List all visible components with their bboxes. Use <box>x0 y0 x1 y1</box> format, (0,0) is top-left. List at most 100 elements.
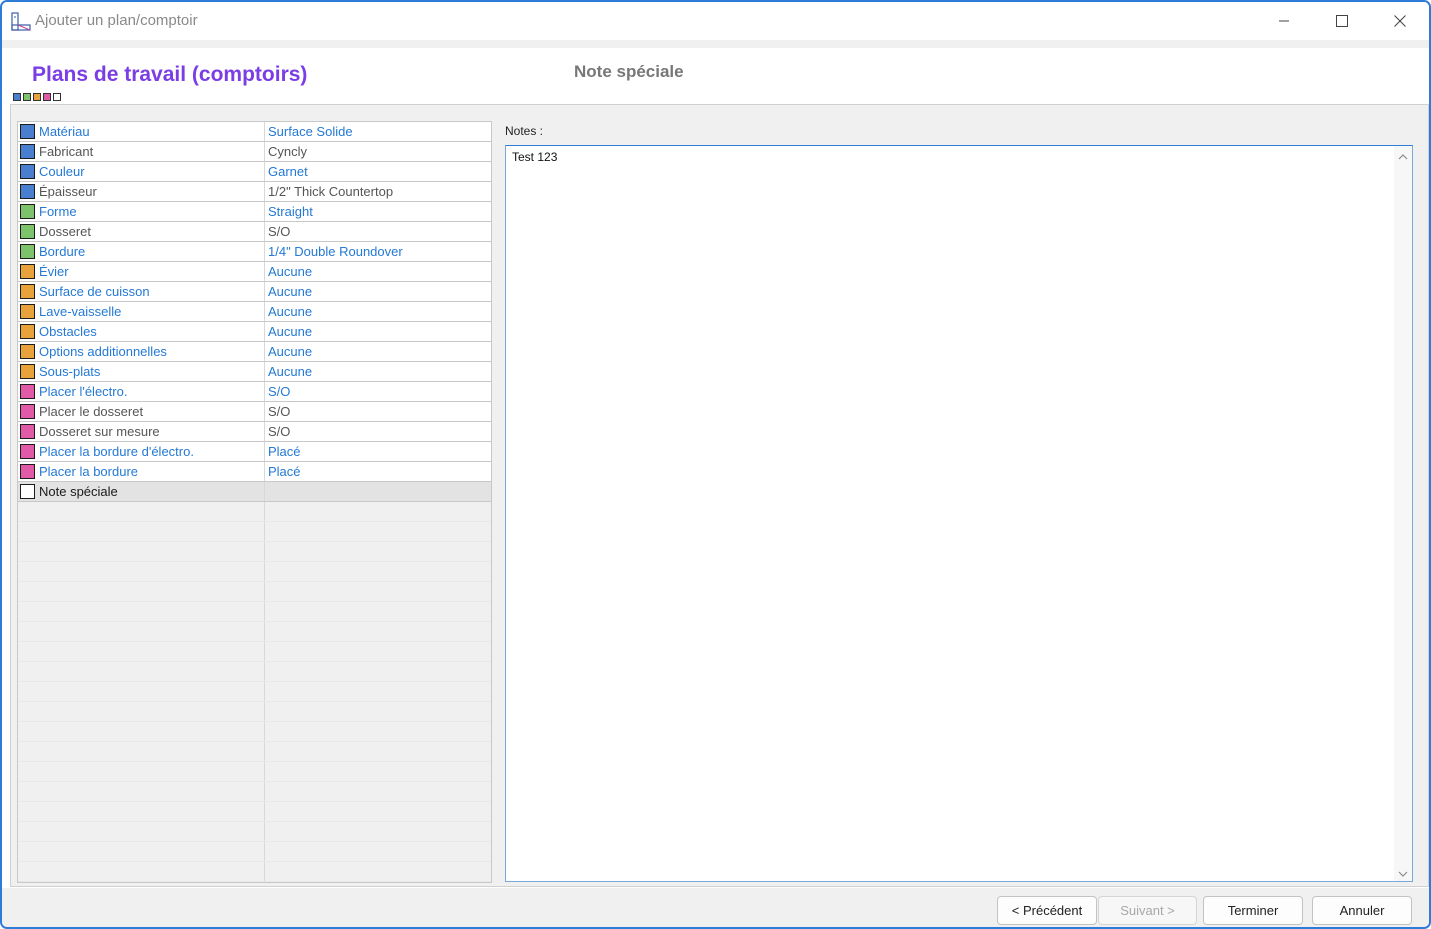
notes-value: Test 123 <box>512 150 558 164</box>
grid-key-label[interactable]: Placer l'électro. <box>39 384 127 399</box>
grid-key-label: Dosseret sur mesure <box>39 424 160 439</box>
grid-empty-row <box>18 602 491 622</box>
grid-value-label[interactable]: Surface Solide <box>268 124 353 139</box>
grid-cell-value: Aucune <box>265 282 491 301</box>
grid-cell-value: Aucune <box>265 362 491 381</box>
grid-key-label[interactable]: Obstacles <box>39 324 97 339</box>
step-title: Note spéciale <box>574 62 684 81</box>
grid-empty-row <box>18 822 491 842</box>
notes-textarea[interactable]: Test 123 <box>505 145 1413 882</box>
grid-key-label[interactable]: Lave-vaisselle <box>39 304 121 319</box>
grid-row[interactable]: Couleur Garnet <box>18 162 491 182</box>
grid-value-label[interactable]: Aucune <box>268 264 312 279</box>
grid-value-label[interactable]: Placé <box>268 464 301 479</box>
grid-cell-key: Note spéciale <box>18 482 265 501</box>
grid-row[interactable]: Fabricant Cyncly <box>18 142 491 162</box>
minimize-icon <box>1279 20 1289 22</box>
cancel-button[interactable]: Annuler <box>1312 896 1412 925</box>
grid-cell-key <box>18 582 265 601</box>
grid-row[interactable]: Dosseret S/O <box>18 222 491 242</box>
grid-cell-value: Garnet <box>265 162 491 181</box>
finish-button[interactable]: Terminer <box>1203 896 1303 925</box>
grid-row[interactable]: Placer le dosseret S/O <box>18 402 491 422</box>
grid-value-label[interactable]: Aucune <box>268 364 312 379</box>
grid-cell-value <box>265 482 491 501</box>
status-square-icon <box>20 284 35 299</box>
grid-value-label[interactable]: Aucune <box>268 304 312 319</box>
grid-cell-key <box>18 722 265 741</box>
grid-row[interactable]: Sous-plats Aucune <box>18 362 491 382</box>
grid-key-label[interactable]: Sous-plats <box>39 364 100 379</box>
grid-cell-key <box>18 702 265 721</box>
close-button[interactable] <box>1371 2 1429 40</box>
grid-key-label[interactable]: Surface de cuisson <box>39 284 150 299</box>
grid-empty-row <box>18 842 491 862</box>
grid-cell-key <box>18 802 265 821</box>
grid-row[interactable]: Matériau Surface Solide <box>18 122 491 142</box>
grid-cell-value <box>265 662 491 681</box>
grid-empty-row <box>18 522 491 542</box>
grid-key-label[interactable]: Placer la bordure <box>39 464 138 479</box>
grid-row[interactable]: Forme Straight <box>18 202 491 222</box>
maximize-button[interactable] <box>1313 2 1371 40</box>
grid-value-label[interactable]: Garnet <box>268 164 308 179</box>
grid-empty-row <box>18 862 491 882</box>
minimize-button[interactable] <box>1255 2 1313 40</box>
grid-cell-key: Placer la bordure d'électro. <box>18 442 265 461</box>
title-bar: Ajouter un plan/comptoir <box>2 2 1429 40</box>
grid-row[interactable]: Surface de cuisson Aucune <box>18 282 491 302</box>
grid-cell-key <box>18 822 265 841</box>
grid-value-label[interactable]: Aucune <box>268 344 312 359</box>
grid-row[interactable]: Dosseret sur mesure S/O <box>18 422 491 442</box>
grid-cell-value <box>265 682 491 701</box>
grid-value-label[interactable]: 1/4" Double Roundover <box>268 244 403 259</box>
grid-cell-value: Placé <box>265 442 491 461</box>
next-button[interactable]: Suivant > <box>1098 896 1197 925</box>
grid-row[interactable]: Placer la bordure d'électro. Placé <box>18 442 491 462</box>
status-square-icon <box>20 484 35 499</box>
grid-key-label[interactable]: Placer la bordure d'électro. <box>39 444 194 459</box>
grid-cell-value <box>265 602 491 621</box>
grid-cell-key: Options additionnelles <box>18 342 265 361</box>
grid-row[interactable]: Options additionnelles Aucune <box>18 342 491 362</box>
step-indicator <box>13 93 61 101</box>
grid-row[interactable]: Placer la bordure Placé <box>18 462 491 482</box>
grid-row[interactable]: Épaisseur 1/2" Thick Countertop <box>18 182 491 202</box>
grid-cell-value: Aucune <box>265 322 491 341</box>
grid-cell-key: Lave-vaisselle <box>18 302 265 321</box>
grid-cell-value: Aucune <box>265 262 491 281</box>
grid-key-label[interactable]: Bordure <box>39 244 85 259</box>
previous-button[interactable]: < Précédent <box>997 896 1097 925</box>
grid-value-label[interactable]: S/O <box>268 384 290 399</box>
grid-cell-key <box>18 522 265 541</box>
scroll-down-icon[interactable] <box>1398 869 1408 879</box>
grid-key-label: Note spéciale <box>39 484 118 499</box>
grid-empty-row <box>18 622 491 642</box>
grid-key-label[interactable]: Couleur <box>39 164 85 179</box>
grid-value-label[interactable]: Aucune <box>268 284 312 299</box>
grid-value-label[interactable]: Aucune <box>268 324 312 339</box>
grid-empty-row <box>18 802 491 822</box>
grid-cell-value <box>265 622 491 641</box>
grid-empty-row <box>18 582 491 602</box>
grid-key-label[interactable]: Forme <box>39 204 77 219</box>
grid-key-label[interactable]: Options additionnelles <box>39 344 167 359</box>
grid-key-label[interactable]: Évier <box>39 264 69 279</box>
scroll-up-icon[interactable] <box>1398 152 1408 162</box>
maximize-icon <box>1336 15 1348 27</box>
grid-row[interactable]: Placer l'électro. S/O <box>18 382 491 402</box>
grid-key-label[interactable]: Matériau <box>39 124 90 139</box>
grid-value-label[interactable]: Placé <box>268 444 301 459</box>
grid-row[interactable]: Bordure 1/4" Double Roundover <box>18 242 491 262</box>
grid-value-label[interactable]: Straight <box>268 204 313 219</box>
grid-key-label: Fabricant <box>39 144 94 159</box>
grid-cell-value <box>265 762 491 781</box>
grid-value-label: S/O <box>268 224 291 239</box>
grid-row[interactable]: Lave-vaisselle Aucune <box>18 302 491 322</box>
grid-row[interactable]: Note spéciale <box>18 482 491 502</box>
grid-row[interactable]: Évier Aucune <box>18 262 491 282</box>
grid-cell-key: Surface de cuisson <box>18 282 265 301</box>
status-square-icon <box>20 304 35 319</box>
grid-row[interactable]: Obstacles Aucune <box>18 322 491 342</box>
notes-scrollbar[interactable] <box>1394 146 1412 881</box>
